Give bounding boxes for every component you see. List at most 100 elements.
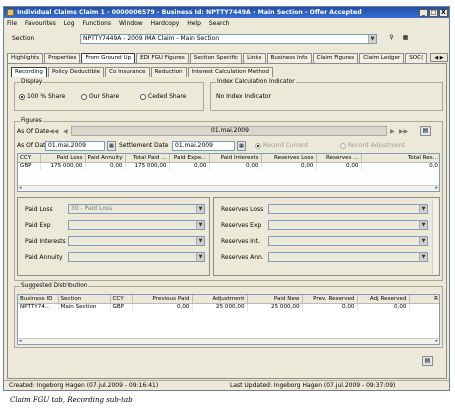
structure-icon[interactable]: ▦ — [400, 34, 411, 44]
col-reserves-loss[interactable]: Reserves Loss — [261, 154, 317, 163]
last-page-icon[interactable]: ▶▶ — [399, 128, 408, 135]
tab-properties[interactable]: Properties — [44, 53, 81, 63]
col-paid-annuity[interactable]: Paid Annuity — [85, 154, 126, 163]
binoculars-icon[interactable]: ⚲ — [386, 34, 397, 44]
menu-log[interactable]: Log — [64, 20, 75, 27]
settlement-date-field[interactable]: 01.mai.2009 — [172, 141, 235, 151]
scroll-left-icon[interactable]: ◂ — [19, 338, 22, 344]
radio-off-icon[interactable] — [81, 93, 87, 100]
menu-functions[interactable]: Functions — [82, 20, 111, 27]
menu-window[interactable]: Window — [119, 20, 143, 27]
scroll-right-icon[interactable]: ▸ — [435, 185, 438, 191]
col-paid-new[interactable]: Paid New — [247, 295, 303, 304]
col-paid-interests[interactable]: Paid Interests — [209, 154, 262, 163]
table-row[interactable]: NPTTY74... Main Section GBP 0,00 25 000,… — [18, 303, 439, 311]
menu-hardcopy[interactable]: Hardcopy — [151, 20, 180, 27]
close-button[interactable]: X — [439, 9, 448, 17]
subtab-interest-calculation-method[interactable]: Interest Calculation Method — [187, 67, 273, 77]
radio-100-share[interactable]: 100 % Share — [19, 93, 65, 100]
col-prev-reserved[interactable]: Prev. Reserved — [302, 295, 358, 304]
col-ccy[interactable]: CCY — [110, 295, 133, 304]
calculator-icon[interactable]: ▤ — [422, 356, 433, 366]
prev-page-icon[interactable]: ◀ — [63, 128, 68, 135]
tab-soc[interactable]: SOC( — [405, 53, 428, 63]
calculator-icon[interactable]: ▤ — [420, 126, 431, 136]
radio-our-share[interactable]: Our Share — [81, 93, 119, 100]
chevron-down-icon[interactable]: ▼ — [196, 237, 204, 245]
col-paid-loss[interactable]: Paid Loss — [40, 154, 86, 163]
radio-disabled-icon[interactable] — [340, 142, 346, 149]
table-row[interactable]: GBP 175 000,00 0,00 175 000,00 0,00 0,00… — [18, 162, 439, 170]
paid-exp-select[interactable]: ▼ — [68, 220, 205, 230]
tab-from-ground-up[interactable]: From Ground Up — [81, 53, 136, 63]
subtab-recording[interactable]: Recording — [11, 67, 47, 77]
menu-favourites[interactable]: Favourites — [25, 20, 56, 27]
col-section[interactable]: Section — [58, 295, 111, 304]
radio-on-icon[interactable] — [19, 93, 25, 100]
chevron-down-icon[interactable]: ▼ — [419, 205, 427, 213]
figures-hscrollbar[interactable]: ◂ ▸ — [18, 185, 439, 191]
col-adjustment[interactable]: Adjustment — [192, 295, 248, 304]
tab-business-info[interactable]: Business Info — [266, 53, 312, 63]
tab-claim-ledger[interactable]: Claim Ledger — [359, 53, 405, 63]
reserves-loss-select[interactable]: ▼ — [268, 204, 428, 214]
radio-disabled-icon[interactable] — [255, 142, 261, 149]
next-page-icon[interactable]: ▶ — [390, 128, 395, 135]
cell-total-reserves: 0,0 — [361, 162, 439, 170]
mapping-vscrollbar[interactable] — [432, 200, 438, 274]
paid-annuity-select[interactable]: ▼ — [68, 252, 205, 262]
menu-help[interactable]: Help — [187, 20, 201, 27]
col-business-id[interactable]: Business ID — [18, 295, 59, 304]
chevron-down-icon[interactable]: ▼ — [419, 221, 427, 229]
col-paid-expenses[interactable]: Paid Expe... — [169, 154, 210, 163]
chevron-down-icon[interactable]: ▼ — [419, 237, 427, 245]
col-reserves-exp[interactable]: Reserves ... — [316, 154, 362, 163]
tab-scroll-arrows[interactable]: ◀ ▶ — [430, 53, 448, 62]
paid-interests-select[interactable]: ▼ — [68, 236, 205, 246]
reserves-int-label: Reserves Int. — [221, 238, 260, 245]
tab-links[interactable]: Links — [243, 53, 266, 63]
suggested-title: Suggested Distribution — [20, 283, 89, 290]
scroll-right-icon[interactable]: ▸ — [435, 338, 438, 344]
menu-file[interactable]: File — [7, 20, 17, 27]
tab-highlights[interactable]: Highlights — [7, 53, 44, 63]
subtab-reduction[interactable]: Reduction — [150, 67, 187, 77]
minimize-button[interactable]: _ — [419, 9, 428, 17]
chevron-down-icon[interactable]: ▼ — [368, 35, 376, 43]
section-select[interactable]: NPTTY7449A - 2009 IMA Claim - Main Secti… — [80, 34, 377, 44]
first-page-icon[interactable]: ◀◀ — [49, 128, 58, 135]
radio-record-current[interactable]: Record Current — [255, 142, 308, 149]
chevron-down-icon[interactable]: ▼ — [196, 221, 204, 229]
as-of-date-field[interactable]: 01.mai.2009 — [45, 141, 105, 151]
subtab-co-insurance[interactable]: Co Insurance — [105, 67, 150, 77]
reserves-ann-select[interactable]: ▼ — [268, 252, 428, 262]
chevron-down-icon[interactable]: ▼ — [196, 205, 204, 213]
display-title: Display — [20, 79, 44, 86]
tab-claim-figures[interactable]: Claim Figures — [312, 53, 359, 63]
reserves-exp-select[interactable]: ▼ — [268, 220, 428, 230]
tab-section-specific[interactable]: Section Specific — [189, 53, 243, 63]
col-previous-paid[interactable]: Previous Paid — [132, 295, 193, 304]
col-adj-reserved[interactable]: Adj Reserved — [357, 295, 410, 304]
paid-interests-label: Paid Interests — [25, 238, 66, 245]
suggested-hscrollbar[interactable]: ◂ ▸ — [18, 338, 439, 344]
col-ccy[interactable]: CCY — [18, 154, 41, 163]
radio-off-icon[interactable] — [140, 93, 146, 100]
subtab-policy-deductible[interactable]: Policy Deductible — [47, 67, 105, 77]
scroll-left-icon[interactable]: ◂ — [19, 185, 22, 191]
chevron-down-icon[interactable]: ▼ — [196, 253, 204, 261]
radio-ceded-share[interactable]: Ceded Share — [140, 93, 186, 100]
col-total-reserves[interactable]: Total Res... — [361, 154, 439, 163]
col-r[interactable]: R — [409, 295, 439, 304]
paid-loss-label: Paid Loss — [25, 206, 53, 213]
reserves-int-select[interactable]: ▼ — [268, 236, 428, 246]
paid-loss-select[interactable]: 30 - Paid Loss ▼ — [68, 204, 205, 214]
tab-edi-fgu-figures[interactable]: EDI FGU Figures — [136, 53, 189, 63]
calendar-icon[interactable]: ▦ — [107, 141, 116, 151]
radio-record-adjustment[interactable]: Record Adjustment — [340, 142, 405, 149]
calendar-icon[interactable]: ▦ — [237, 141, 246, 151]
chevron-down-icon[interactable]: ▼ — [419, 253, 427, 261]
col-total-paid[interactable]: Total Paid ... — [125, 154, 170, 163]
menu-search[interactable]: Search — [209, 20, 230, 27]
maximize-button[interactable]: □ — [429, 9, 438, 17]
